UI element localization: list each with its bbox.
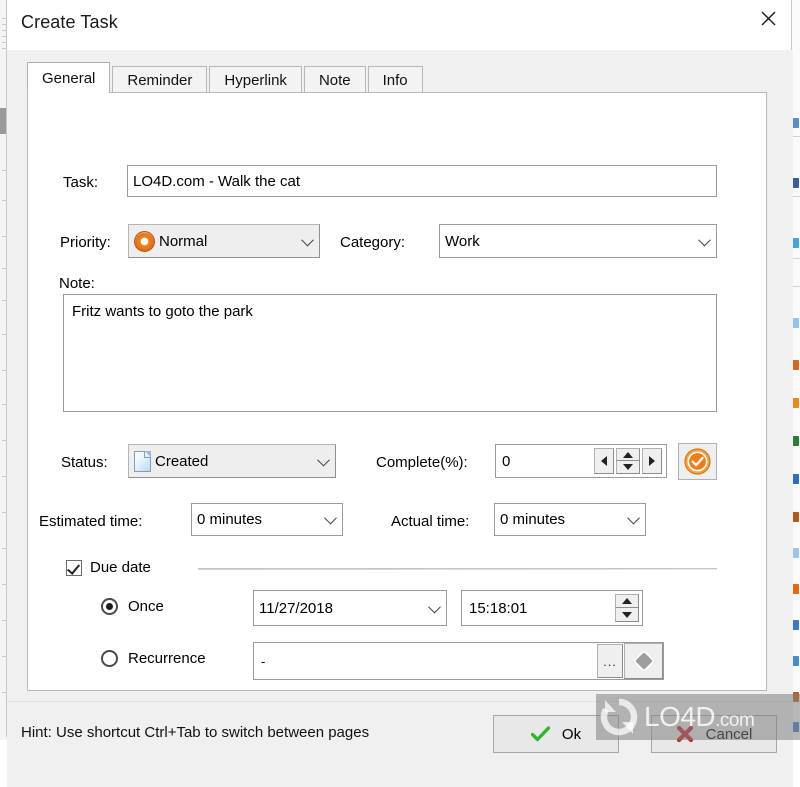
- tab-label: Info: [382, 71, 408, 89]
- close-icon[interactable]: [745, 0, 791, 36]
- priority-value: Normal: [159, 232, 208, 250]
- category-combo[interactable]: Work: [439, 224, 717, 258]
- complete-label: Complete(%):: [376, 454, 468, 471]
- chevron-down-icon: [697, 234, 711, 248]
- due-date-label: Due date: [90, 559, 151, 576]
- cancel-button[interactable]: Cancel: [651, 715, 777, 753]
- category-value: Work: [445, 232, 480, 250]
- status-label: Status:: [61, 454, 108, 471]
- note-value: Fritz wants to goto the park: [72, 303, 253, 320]
- recurrence-radio-row[interactable]: Recurrence: [101, 650, 206, 667]
- due-time-spin-up-button[interactable]: [615, 594, 639, 608]
- chevron-down-icon: [316, 454, 330, 468]
- chevron-down-icon: [626, 513, 640, 527]
- general-tab-page: Task: LO4D.com - Walk the cat Priority: …: [27, 92, 767, 691]
- recurrence-value: -: [261, 653, 266, 669]
- mark-complete-button[interactable]: [678, 443, 717, 480]
- estimated-time-value: 0 minutes: [197, 511, 263, 528]
- orange-check-seal-icon: [684, 448, 711, 475]
- chevron-down-icon: [300, 234, 314, 248]
- document-icon: [134, 450, 151, 472]
- tab-label: General: [42, 69, 96, 87]
- diamond-edit-icon: [633, 651, 654, 671]
- tab-note[interactable]: Note: [303, 66, 366, 93]
- due-date-value: 11/27/2018: [259, 599, 333, 617]
- dialog-footer: Hint: Use shortcut Ctrl+Tab to switch be…: [7, 701, 793, 787]
- dialog-body: General Reminder Hyperlink Note Info Tas…: [7, 50, 793, 787]
- actual-time-label: Actual time:: [391, 513, 470, 530]
- complete-increment-button[interactable]: [642, 448, 662, 474]
- recurrence-edit-button[interactable]: [624, 643, 663, 679]
- complete-value: 0: [502, 452, 511, 470]
- task-value: LO4D.com - Walk the cat: [133, 172, 300, 190]
- task-input[interactable]: LO4D.com - Walk the cat: [127, 165, 717, 197]
- once-radio[interactable]: [101, 598, 118, 615]
- due-time-field[interactable]: 15:18:01: [461, 590, 643, 626]
- create-task-dialog: Create Task General Reminder Hyperlink N…: [6, 0, 793, 787]
- recurrence-field[interactable]: - ...: [253, 642, 664, 680]
- recurrence-browse-button[interactable]: ...: [597, 644, 623, 678]
- status-combo[interactable]: Created: [128, 444, 336, 478]
- dialog-titlebar: Create Task: [7, 0, 791, 50]
- tab-label: Note: [318, 71, 351, 89]
- recurrence-radio[interactable]: [101, 650, 118, 667]
- estimated-time-combo[interactable]: 0 minutes: [191, 503, 343, 536]
- priority-label: Priority:: [60, 234, 111, 251]
- due-date-picker[interactable]: 11/27/2018: [253, 590, 447, 626]
- once-label: Once: [128, 598, 164, 615]
- tab-strip: General Reminder Hyperlink Note Info: [27, 62, 425, 93]
- hint-text: Hint: Use shortcut Ctrl+Tab to switch be…: [21, 724, 370, 741]
- priority-combo[interactable]: Normal: [128, 224, 320, 258]
- due-date-checkbox-row[interactable]: Due date: [66, 559, 151, 576]
- red-x-icon: [676, 725, 693, 743]
- dialog-title: Create Task: [21, 12, 118, 32]
- complete-spin-down-button[interactable]: [616, 461, 640, 474]
- complete-spin-up-button[interactable]: [616, 448, 640, 461]
- chevron-down-icon: [427, 601, 441, 615]
- estimated-time-label: Estimated time:: [39, 513, 143, 530]
- actual-time-combo[interactable]: 0 minutes: [494, 503, 646, 536]
- once-radio-row[interactable]: Once: [101, 598, 164, 615]
- note-textarea[interactable]: Fritz wants to goto the park: [63, 294, 717, 412]
- recurrence-browse-label: ...: [603, 653, 617, 669]
- tab-general[interactable]: General: [27, 62, 111, 93]
- chevron-down-icon: [323, 513, 337, 527]
- task-label: Task:: [63, 174, 99, 191]
- category-label: Category:: [340, 234, 406, 251]
- due-time-spin-down-button[interactable]: [615, 608, 639, 622]
- tab-label: Reminder: [127, 71, 193, 89]
- tab-label: Hyperlink: [224, 71, 287, 89]
- ok-button[interactable]: Ok: [493, 715, 619, 753]
- note-label: Note:: [59, 275, 95, 292]
- due-date-group-rule: [198, 568, 717, 570]
- tab-reminder[interactable]: Reminder: [112, 66, 208, 93]
- complete-spin-field[interactable]: 0: [495, 444, 667, 478]
- actual-time-value: 0 minutes: [500, 511, 566, 528]
- tab-hyperlink[interactable]: Hyperlink: [209, 66, 302, 93]
- tab-info[interactable]: Info: [367, 66, 423, 93]
- recurrence-label: Recurrence: [128, 650, 206, 667]
- complete-decrement-button[interactable]: [594, 448, 614, 474]
- priority-donut-icon: [134, 230, 155, 252]
- due-time-value: 15:18:01: [469, 599, 528, 617]
- status-value: Created: [155, 452, 209, 470]
- due-date-checkbox[interactable]: [66, 559, 82, 576]
